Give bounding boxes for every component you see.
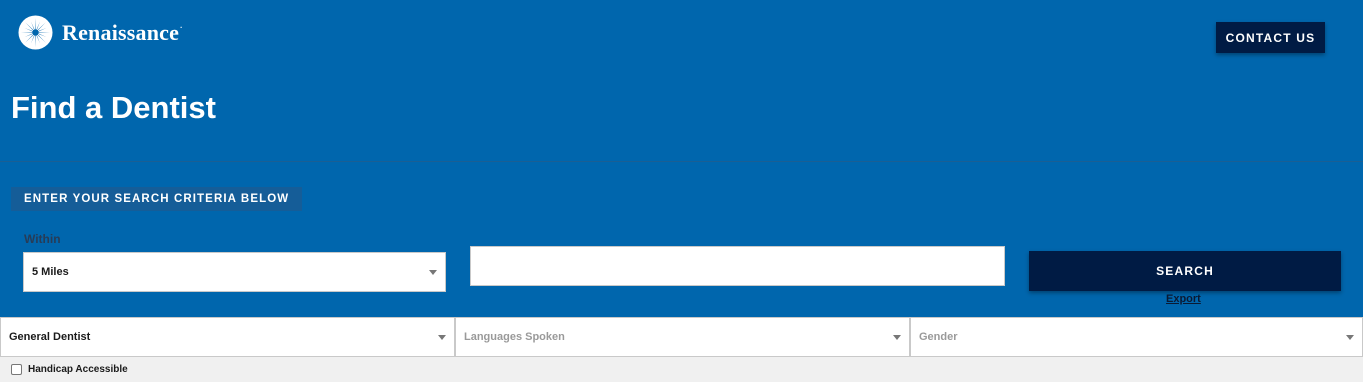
location-input[interactable]: [470, 246, 1005, 286]
handicap-accessible-checkbox[interactable]: [11, 364, 22, 375]
page-title: Find a Dentist: [11, 90, 216, 125]
hero-divider: [0, 161, 1363, 162]
specialty-select[interactable]: General Dentist: [0, 317, 455, 357]
search-button[interactable]: SEARCH: [1029, 251, 1341, 291]
contact-us-button[interactable]: CONTACT US: [1216, 22, 1325, 53]
gender-placeholder: Gender: [919, 331, 958, 343]
caret-down-icon: [429, 270, 437, 275]
specialty-value: General Dentist: [9, 331, 91, 343]
caret-down-icon: [893, 335, 901, 340]
languages-placeholder: Languages Spoken: [464, 331, 565, 343]
search-criteria-heading: ENTER YOUR SEARCH CRITERIA BELOW: [11, 187, 303, 211]
brand-name: Renaissance.: [62, 19, 183, 45]
brand-logo[interactable]: Renaissance.: [18, 15, 182, 50]
handicap-accessible-label: Handicap Accessible: [28, 364, 128, 375]
gender-select[interactable]: Gender: [910, 317, 1363, 357]
within-distance-value: 5 Miles: [32, 266, 69, 278]
caret-down-icon: [1346, 335, 1354, 340]
trademark-mark: .: [180, 20, 183, 30]
languages-select[interactable]: Languages Spoken: [455, 317, 910, 357]
caret-down-icon: [438, 335, 446, 340]
within-label: Within: [24, 232, 61, 246]
hero-banner: Renaissance. CONTACT US Find a Dentist E…: [0, 0, 1363, 317]
export-link[interactable]: Export: [1166, 293, 1201, 305]
within-distance-select[interactable]: 5 Miles: [23, 252, 446, 292]
handicap-accessible-option[interactable]: Handicap Accessible: [11, 364, 128, 375]
renaissance-starburst-icon: [18, 15, 53, 50]
